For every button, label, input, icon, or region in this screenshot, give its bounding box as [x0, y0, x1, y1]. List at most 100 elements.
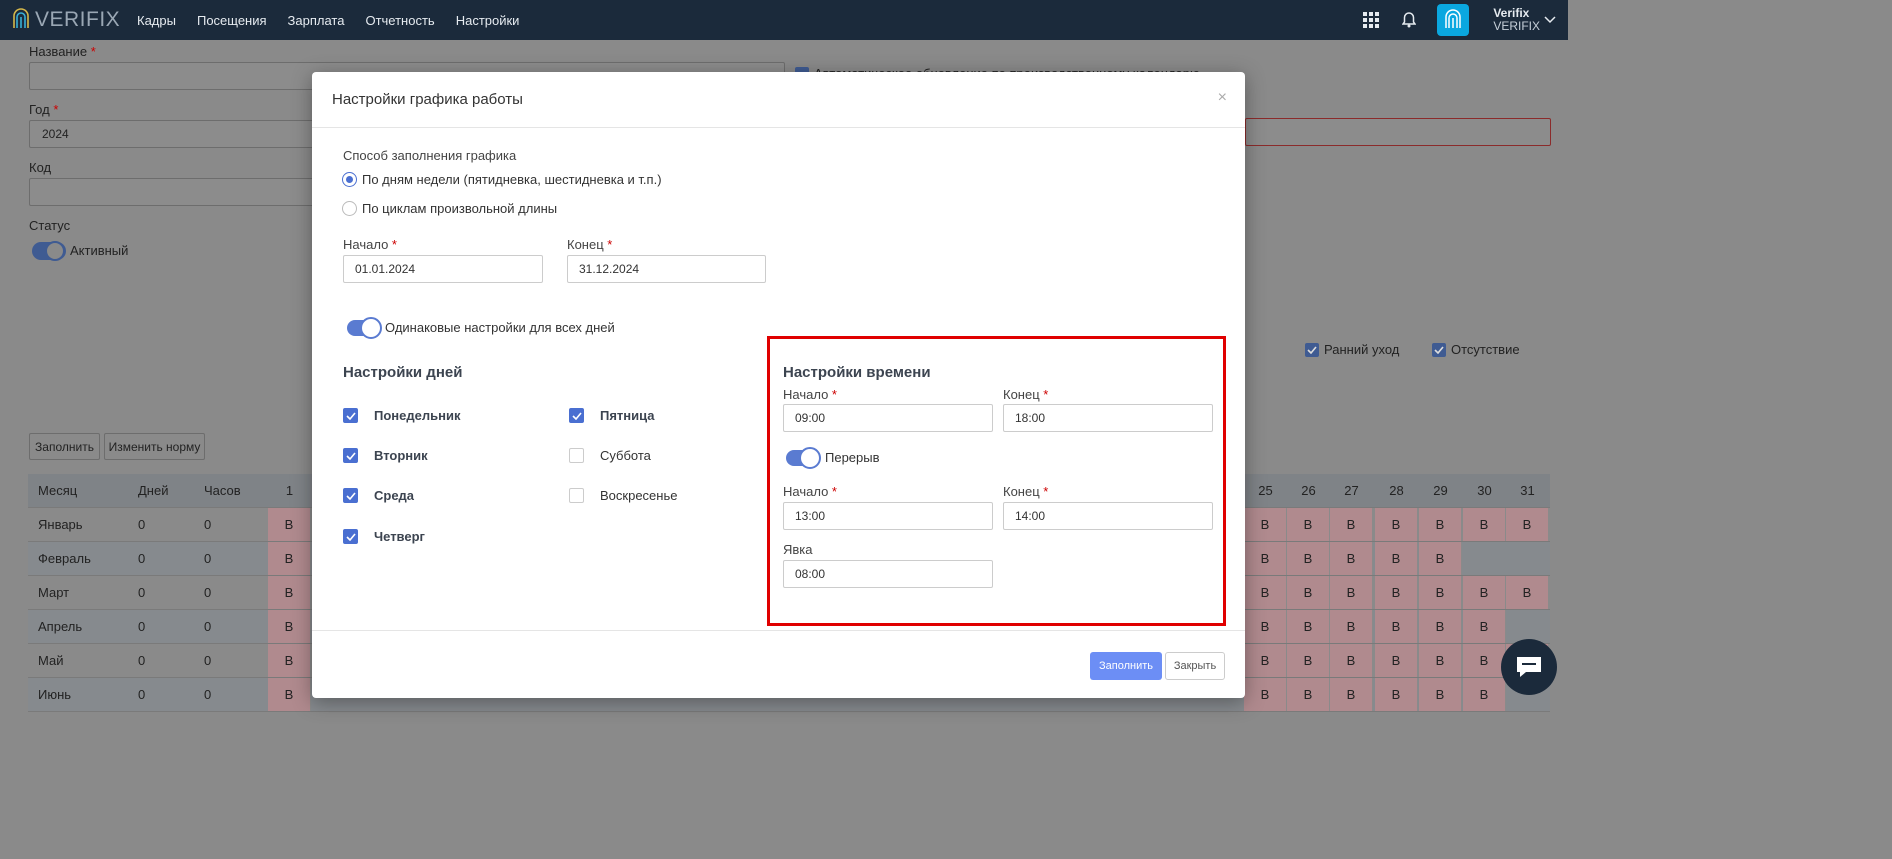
day-cell[interactable]: В — [1375, 610, 1418, 643]
modal-title: Настройки графика работы — [332, 91, 523, 108]
checkbox-monday[interactable]: Понедельник — [343, 408, 460, 423]
day-cell[interactable]: В — [1330, 542, 1373, 575]
chevron-down-icon[interactable] — [1544, 16, 1556, 24]
day-cell[interactable]: В — [1330, 678, 1373, 711]
day-cell[interactable]: В — [1463, 508, 1506, 541]
day-cell[interactable]: В — [1375, 644, 1418, 677]
close-icon[interactable]: × — [1218, 89, 1227, 107]
day-cell[interactable]: В — [1419, 542, 1462, 575]
checkbox-thursday[interactable]: Четверг — [343, 529, 425, 544]
break-end-input[interactable]: 14:00 — [1003, 502, 1213, 530]
day-cell[interactable]: В — [1375, 678, 1418, 711]
day-cell[interactable]: В — [1506, 576, 1549, 609]
day-cell[interactable]: В — [1287, 644, 1330, 677]
nav-item-otchetnost[interactable]: Отчетность — [365, 13, 434, 28]
month-name: Январь — [38, 517, 83, 532]
day-cell[interactable]: В — [268, 508, 311, 541]
day-cell[interactable]: В — [268, 576, 311, 609]
day-cell[interactable]: В — [1244, 508, 1287, 541]
year-input[interactable]: 2024 — [29, 120, 329, 148]
apps-grid-icon[interactable] — [1361, 10, 1381, 30]
day-cell[interactable]: В — [1244, 542, 1287, 575]
day-cell[interactable]: В — [1463, 678, 1506, 711]
day-cell[interactable]: В — [268, 610, 311, 643]
day-cell[interactable]: В — [268, 542, 311, 575]
app-logo[interactable]: VERIFIX — [11, 6, 121, 34]
day-header-26: 26 — [1301, 483, 1316, 498]
nav-item-zarplata[interactable]: Зарплата — [288, 13, 345, 28]
day-cell[interactable]: В — [1375, 508, 1418, 541]
top-navbar: VERIFIX Кадры Посещения Зарплата Отчетно… — [0, 0, 1568, 40]
day-cell[interactable]: В — [1506, 508, 1549, 541]
chat-button[interactable] — [1501, 639, 1557, 695]
day-cell[interactable]: В — [1244, 610, 1287, 643]
day-cell[interactable]: В — [1287, 610, 1330, 643]
day-cell[interactable]: В — [1330, 576, 1373, 609]
day-cell[interactable]: В — [1375, 576, 1418, 609]
day-cell[interactable]: В — [1419, 508, 1462, 541]
checkbox-friday[interactable]: Пятница — [569, 408, 655, 423]
col-header-month: Месяц — [38, 483, 78, 498]
close-button[interactable]: Закрыть — [1165, 652, 1225, 680]
time-start-input[interactable]: 09:00 — [783, 404, 993, 432]
break-start-label: Начало * — [783, 484, 837, 499]
month-days: 0 — [138, 619, 146, 634]
bell-icon[interactable] — [1399, 10, 1419, 30]
user-info[interactable]: Verifix VERIFIX — [1493, 7, 1540, 33]
checkbox-saturday[interactable]: Суббота — [569, 448, 651, 463]
absence-checkbox[interactable]: Отсутствие — [1432, 342, 1520, 357]
day-cell[interactable]: В — [1287, 508, 1330, 541]
nav-item-poseshcheniya[interactable]: Посещения — [197, 13, 267, 28]
day-cell[interactable]: В — [1330, 508, 1373, 541]
day-cell[interactable]: В — [1287, 576, 1330, 609]
day-cell[interactable]: В — [1463, 610, 1506, 643]
radio-by-cycles-label: По циклам произвольной длины — [362, 201, 558, 216]
day-header-1: 1 — [285, 483, 294, 498]
end-date-input[interactable]: 31.12.2024 — [567, 255, 766, 283]
nav-item-nastroyki[interactable]: Настройки — [456, 13, 520, 28]
day-cell[interactable]: В — [1287, 678, 1330, 711]
fingerprint-avatar-icon — [1445, 9, 1462, 28]
same-settings-toggle[interactable] — [347, 317, 382, 339]
break-toggle[interactable] — [786, 447, 821, 469]
day-cell[interactable]: В — [1419, 610, 1462, 643]
day-cell[interactable]: В — [1419, 678, 1462, 711]
day-header-25: 25 — [1258, 483, 1273, 498]
start-date-input[interactable]: 01.01.2024 — [343, 255, 543, 283]
radio-by-cycles[interactable]: По циклам произвольной длины — [342, 201, 557, 216]
bg-fill-button[interactable]: Заполнить — [29, 433, 100, 460]
day-cell[interactable]: В — [1463, 576, 1506, 609]
code-input[interactable] — [29, 178, 329, 206]
month-days: 0 — [138, 585, 146, 600]
day-cell[interactable]: В — [1287, 542, 1330, 575]
day-cell[interactable]: В — [1330, 644, 1373, 677]
nav-item-kadry[interactable]: Кадры — [137, 13, 176, 28]
status-toggle[interactable] — [32, 241, 66, 261]
year-input-error[interactable] — [1245, 118, 1551, 146]
attendance-input[interactable]: 08:00 — [783, 560, 993, 588]
code-label: Код — [29, 160, 52, 175]
day-cell[interactable]: В — [268, 644, 311, 677]
day-cell[interactable]: В — [1244, 644, 1287, 677]
break-start-input[interactable]: 13:00 — [783, 502, 993, 530]
radio-by-weekdays[interactable]: По дням недели (пятидневка, шестидневка … — [342, 172, 662, 187]
avatar[interactable] — [1437, 4, 1470, 36]
day-cell[interactable]: В — [1419, 576, 1462, 609]
day-cell[interactable]: В — [1375, 542, 1418, 575]
checkbox-sunday[interactable]: Воскресенье — [569, 488, 677, 503]
day-cell[interactable]: В — [1244, 576, 1287, 609]
early-leave-checkbox[interactable]: Ранний уход — [1305, 342, 1399, 357]
month-days: 0 — [138, 517, 146, 532]
user-org: VERIFIX — [1493, 19, 1540, 33]
day-cell[interactable]: В — [268, 678, 311, 711]
day-cell[interactable]: В — [1419, 644, 1462, 677]
day-cell[interactable]: В — [1463, 644, 1506, 677]
time-end-input[interactable]: 18:00 — [1003, 404, 1213, 432]
fill-button[interactable]: Заполнить — [1090, 652, 1162, 680]
checkbox-wednesday[interactable]: Среда — [343, 488, 414, 503]
change-norm-button[interactable]: Изменить норму — [104, 433, 205, 460]
checkbox-tuesday[interactable]: Вторник — [343, 448, 428, 463]
month-days: 0 — [138, 551, 146, 566]
day-cell[interactable]: В — [1244, 678, 1287, 711]
day-cell[interactable]: В — [1330, 610, 1373, 643]
